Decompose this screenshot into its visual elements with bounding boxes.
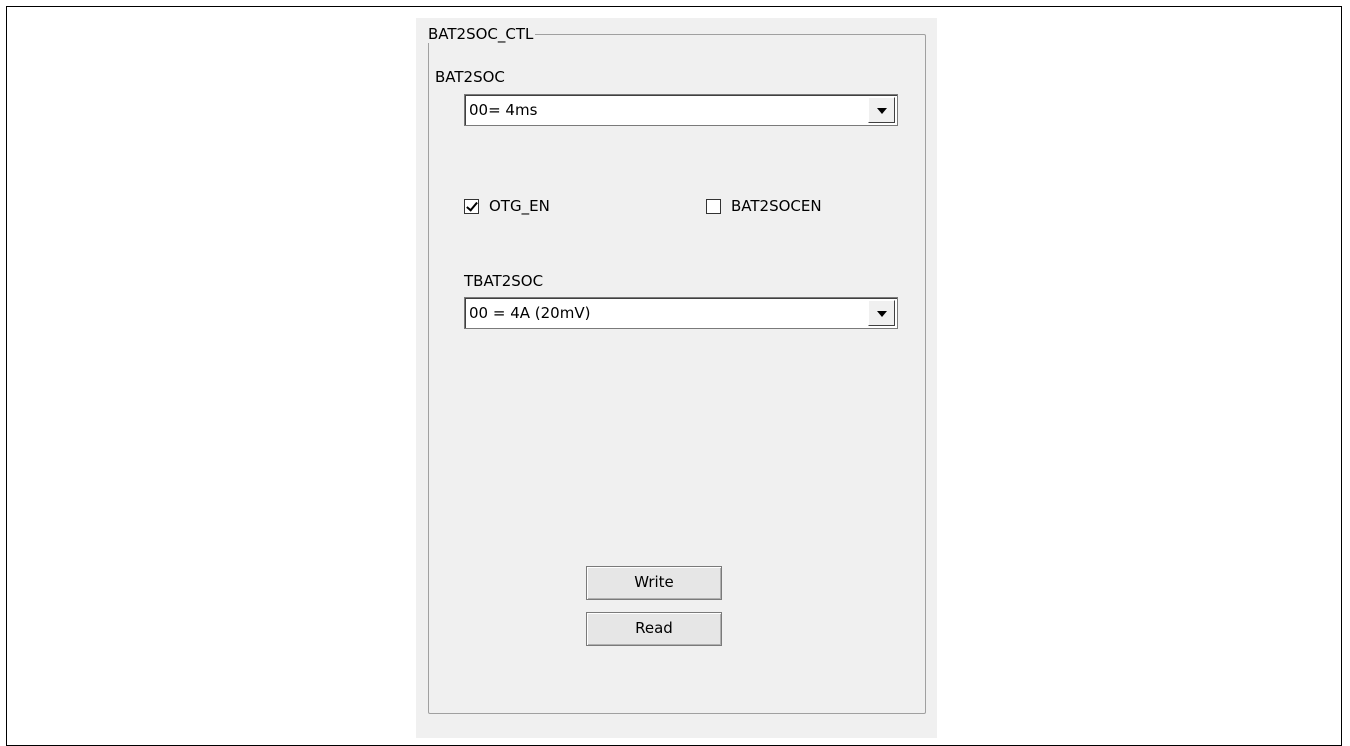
bat2socen-checkbox-row[interactable]: BAT2SOCEN (706, 196, 822, 216)
otg-en-checkbox[interactable] (464, 198, 479, 214)
chevron-down-icon[interactable] (868, 300, 895, 326)
chevron-down-icon[interactable] (868, 97, 895, 123)
bat2socen-checkbox[interactable] (706, 198, 721, 214)
bat2soc-label: BAT2SOC (435, 68, 505, 86)
tbat2soc-label: TBAT2SOC (464, 272, 544, 290)
groupbox-title: BAT2SOC_CTL (426, 25, 536, 43)
bat2socen-label: BAT2SOCEN (731, 197, 822, 215)
otg-en-label: OTG_EN (489, 197, 550, 215)
write-button[interactable]: Write (586, 566, 722, 600)
otg-en-checkbox-row[interactable]: OTG_EN (464, 196, 550, 216)
bat2soc-select-value: 00= 4ms (469, 101, 538, 119)
tbat2soc-select-value: 00 = 4A (20mV) (469, 304, 591, 322)
settings-panel: BAT2SOC_CTL BAT2SOC 00= 4ms OTG_EN BAT2S… (416, 18, 937, 738)
read-button[interactable]: Read (586, 612, 722, 646)
tbat2soc-select[interactable]: 00 = 4A (20mV) (464, 297, 898, 329)
bat2soc-select[interactable]: 00= 4ms (464, 94, 898, 126)
